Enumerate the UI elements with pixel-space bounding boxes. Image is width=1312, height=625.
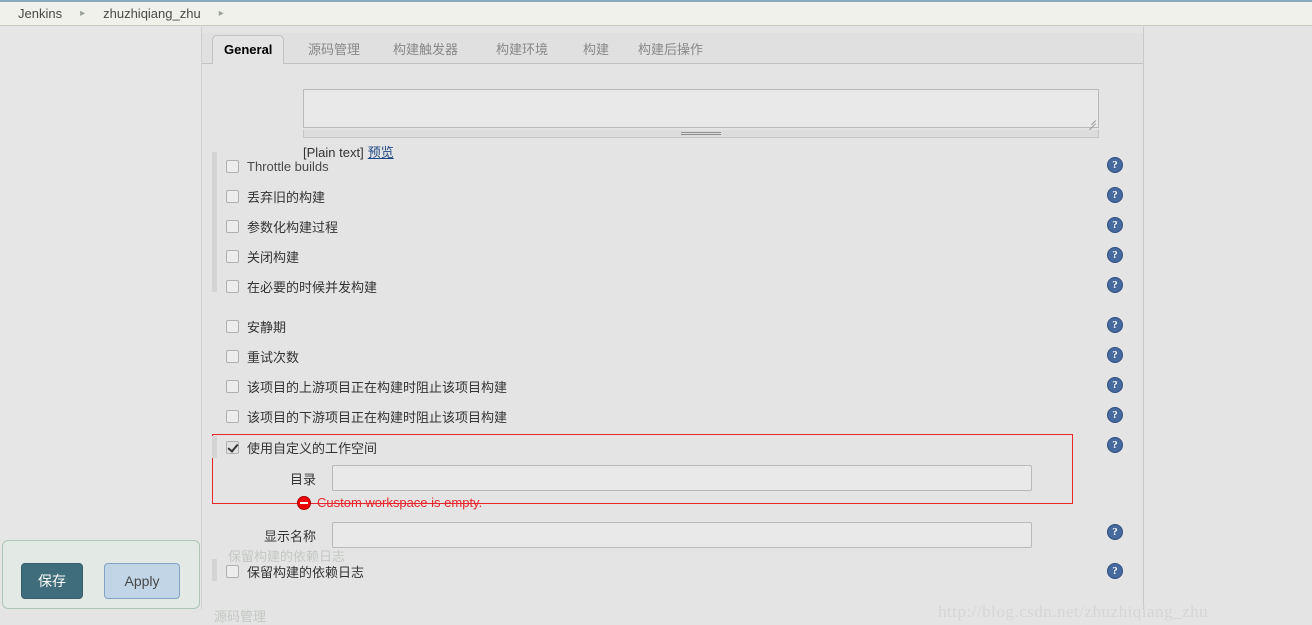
- help-icon-concurrent-build[interactable]: ?: [1107, 277, 1123, 293]
- right-gutter: [1143, 27, 1312, 609]
- config-tab-bar: General 源码管理 构建触发器 构建环境 构建 构建后操作: [202, 33, 1143, 64]
- checkbox-label-disable-build: 关闭构建: [247, 249, 300, 265]
- checkbox-concurrent-build[interactable]: [226, 279, 239, 293]
- help-icon-parameterized-build[interactable]: ?: [1107, 217, 1123, 233]
- checkbox-label-throttle-builds: Throttle builds: [247, 158, 329, 174]
- checkbox-quiet-period[interactable]: [226, 319, 239, 333]
- checkbox-label-parameterized-build: 参数化构建过程: [247, 219, 339, 235]
- tab-build-env[interactable]: 构建环境: [485, 37, 559, 64]
- description-textarea[interactable]: [303, 89, 1099, 132]
- left-sidebar: [0, 27, 202, 609]
- help-icon-custom-workspace[interactable]: ?: [1107, 437, 1123, 453]
- checkbox-keep-dependencies[interactable]: [226, 564, 239, 578]
- help-icon-throttle-builds[interactable]: ?: [1107, 157, 1123, 173]
- checkbox-disable-build[interactable]: [226, 249, 239, 263]
- tab-build-triggers[interactable]: 构建触发器: [382, 37, 469, 64]
- section-marker-1: [212, 152, 217, 292]
- checkbox-row-quiet-period[interactable]: 安静期: [226, 317, 286, 335]
- error-circle-icon: [297, 495, 311, 510]
- ghost-label-keep-dependencies: 保留构建的依赖日志: [228, 549, 346, 564]
- save-apply-panel: 保存 Apply: [2, 540, 200, 609]
- checkbox-row-custom-workspace[interactable]: 使用自定义的工作空间: [226, 438, 377, 456]
- help-icon-block-upstream[interactable]: ?: [1107, 377, 1123, 393]
- error-message: Custom workspace is empty.: [317, 495, 483, 510]
- checkbox-parameterized-build[interactable]: [226, 219, 239, 233]
- help-icon-display-name[interactable]: ?: [1107, 524, 1123, 540]
- save-button[interactable]: 保存: [21, 563, 83, 599]
- checkbox-label-discard-old-builds: 丢弃旧的构建: [247, 189, 326, 205]
- apply-button[interactable]: Apply: [104, 563, 180, 599]
- breadcrumb-separator-1: ▸: [80, 7, 86, 19]
- checkbox-row-block-downstream[interactable]: 该项目的下游项目正在构建时阻止该项目构建: [226, 407, 507, 425]
- breadcrumb-separator-2[interactable]: ▸: [203, 8, 240, 19]
- textarea-resize-handle-icon[interactable]: [1085, 114, 1097, 132]
- tab-general[interactable]: General: [212, 35, 285, 64]
- checkbox-retry-count[interactable]: [226, 349, 239, 363]
- help-icon-keep-dependencies[interactable]: ?: [1107, 563, 1123, 579]
- checkbox-discard-old-builds[interactable]: [226, 189, 239, 203]
- breadcrumb-item-jenkins[interactable]: Jenkins: [16, 6, 64, 21]
- display-name-label: 显示名称: [263, 528, 316, 544]
- custom-workspace-error: Custom workspace is empty.: [297, 495, 482, 510]
- tab-scm[interactable]: 源码管理: [297, 37, 371, 64]
- help-icon-disable-build[interactable]: ?: [1107, 247, 1123, 263]
- directory-input[interactable]: [332, 465, 1032, 491]
- checkbox-row-retry-count[interactable]: 重试次数: [226, 347, 299, 365]
- checkbox-row-concurrent-build[interactable]: 在必要的时候并发构建: [226, 277, 377, 295]
- general-form: [Plain text] 预览 Throttle builds 丢弃旧的构建 参数…: [202, 64, 1143, 609]
- drag-grip-icon: [681, 132, 721, 136]
- checkbox-row-parameterized-build[interactable]: 参数化构建过程: [226, 217, 338, 235]
- checkbox-label-custom-workspace: 使用自定义的工作空间: [247, 440, 378, 456]
- checkbox-row-disable-build[interactable]: 关闭构建: [226, 247, 299, 265]
- help-icon-quiet-period[interactable]: ?: [1107, 317, 1123, 333]
- directory-label: 目录: [289, 471, 316, 487]
- checkbox-label-retry-count: 重试次数: [247, 349, 300, 365]
- section-marker-2: [212, 436, 217, 458]
- checkbox-custom-workspace[interactable]: [226, 440, 239, 454]
- checkbox-label-block-downstream: 该项目的下游项目正在构建时阻止该项目构建: [247, 409, 508, 425]
- checkbox-row-throttle-builds[interactable]: Throttle builds: [226, 157, 329, 175]
- help-icon-block-downstream[interactable]: ?: [1107, 407, 1123, 423]
- display-name-field-row: 显示名称: [212, 521, 1073, 549]
- breadcrumb-bar: Jenkins ▸ zhuzhiqiang_zhu ▸: [0, 0, 1312, 26]
- directory-field-row: 目录: [212, 464, 1073, 492]
- checkbox-label-block-upstream: 该项目的上游项目正在构建时阻止该项目构建: [247, 379, 508, 395]
- checkbox-throttle-builds[interactable]: [226, 159, 239, 173]
- watermark-text: http://blog.csdn.net/zhuzhiqiang_zhu: [938, 602, 1209, 621]
- tab-post-build[interactable]: 构建后操作: [627, 37, 714, 64]
- checkbox-label-concurrent-build: 在必要的时候并发构建: [247, 279, 378, 295]
- checkbox-row-discard-old-builds[interactable]: 丢弃旧的构建: [226, 187, 325, 205]
- section-marker-3: [212, 559, 217, 581]
- help-icon-discard-old-builds[interactable]: ?: [1107, 187, 1123, 203]
- textarea-drag-bar[interactable]: [303, 130, 1099, 138]
- preview-link[interactable]: 预览: [368, 145, 394, 160]
- config-content: General 源码管理 构建触发器 构建环境 构建 构建后操作 [Plain …: [202, 27, 1143, 609]
- checkbox-row-block-upstream[interactable]: 该项目的上游项目正在构建时阻止该项目构建: [226, 377, 507, 395]
- checkbox-label-quiet-period: 安静期: [247, 319, 287, 335]
- page-body: General 源码管理 构建触发器 构建环境 构建 构建后操作 [Plain …: [0, 27, 1312, 624]
- help-icon-retry-count[interactable]: ?: [1107, 347, 1123, 363]
- tab-build[interactable]: 构建: [572, 37, 620, 64]
- checkbox-block-downstream[interactable]: [226, 409, 239, 423]
- display-name-input[interactable]: [332, 522, 1032, 548]
- checkbox-block-upstream[interactable]: [226, 379, 239, 393]
- breadcrumb-item-project[interactable]: zhuzhiqiang_zhu: [101, 6, 203, 21]
